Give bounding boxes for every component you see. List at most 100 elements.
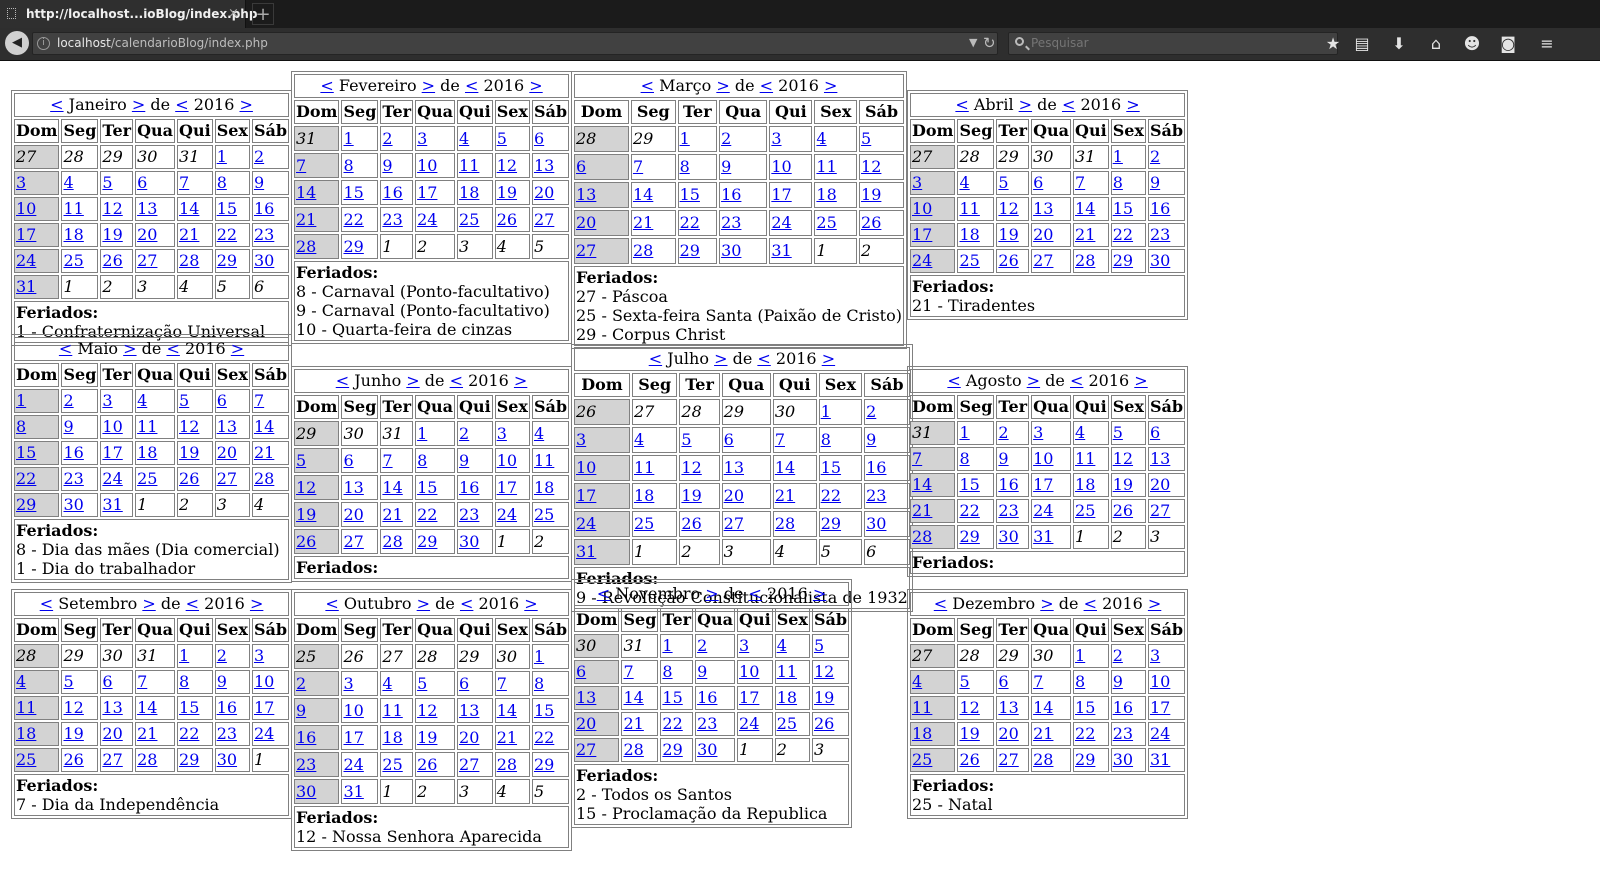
- day-link[interactable]: 19: [63, 724, 83, 743]
- day-link[interactable]: 10: [739, 662, 759, 681]
- day-link[interactable]: 12: [998, 199, 1018, 218]
- day-link[interactable]: 21: [633, 213, 653, 232]
- day-link[interactable]: 30: [697, 740, 717, 759]
- day-link[interactable]: 6: [343, 451, 353, 470]
- day-link[interactable]: 22: [680, 213, 700, 232]
- day-link[interactable]: 25: [777, 714, 797, 733]
- day-link[interactable]: 3: [417, 129, 427, 148]
- day-link[interactable]: 9: [721, 157, 731, 176]
- day-link[interactable]: 25: [459, 210, 479, 229]
- day-link[interactable]: 7: [382, 451, 392, 470]
- day-link[interactable]: 17: [1150, 698, 1170, 717]
- day-link[interactable]: 15: [821, 458, 841, 477]
- day-link[interactable]: 1: [16, 391, 26, 410]
- day-link[interactable]: 3: [576, 430, 586, 449]
- day-link[interactable]: 2: [998, 423, 1008, 442]
- next-year-link[interactable]: >: [1148, 594, 1161, 613]
- day-link[interactable]: 10: [16, 199, 36, 218]
- day-link[interactable]: 14: [1033, 698, 1053, 717]
- next-month-link[interactable]: >: [417, 594, 430, 613]
- day-link[interactable]: 24: [16, 251, 36, 270]
- day-link[interactable]: 29: [179, 750, 199, 769]
- day-link[interactable]: 5: [681, 430, 691, 449]
- day-link[interactable]: 17: [576, 486, 596, 505]
- day-link[interactable]: 4: [959, 173, 969, 192]
- reload-icon[interactable]: ↻: [983, 34, 996, 52]
- day-link[interactable]: 21: [137, 724, 157, 743]
- day-link[interactable]: 29: [16, 495, 36, 514]
- day-link[interactable]: 30: [866, 514, 886, 533]
- account-icon[interactable]: ☻: [1460, 32, 1484, 56]
- url-bar[interactable]: i localhost/calendarioBlog/index.php ▼ ↻: [32, 32, 998, 55]
- next-month-link[interactable]: >: [142, 594, 155, 613]
- day-link[interactable]: 14: [497, 701, 517, 720]
- day-link[interactable]: 2: [1113, 646, 1123, 665]
- day-link[interactable]: 20: [343, 505, 363, 524]
- day-link[interactable]: 9: [1113, 672, 1123, 691]
- day-link[interactable]: 23: [998, 501, 1018, 520]
- day-link[interactable]: 13: [534, 156, 554, 175]
- day-link[interactable]: 17: [254, 698, 274, 717]
- day-link[interactable]: 22: [16, 469, 36, 488]
- prev-month-link[interactable]: <: [934, 594, 947, 613]
- day-link[interactable]: 1: [417, 424, 427, 443]
- day-link[interactable]: 5: [63, 672, 73, 691]
- day-link[interactable]: 21: [775, 486, 795, 505]
- day-link[interactable]: 3: [1150, 646, 1160, 665]
- day-link[interactable]: 13: [724, 458, 744, 477]
- day-link[interactable]: 10: [254, 672, 274, 691]
- day-link[interactable]: 8: [217, 173, 227, 192]
- day-link[interactable]: 25: [382, 755, 402, 774]
- day-link[interactable]: 4: [534, 424, 544, 443]
- day-link[interactable]: 23: [1113, 724, 1133, 743]
- day-link[interactable]: 12: [1113, 449, 1133, 468]
- day-link[interactable]: 1: [821, 402, 831, 421]
- day-link[interactable]: 2: [697, 636, 707, 655]
- day-link[interactable]: 20: [1150, 475, 1170, 494]
- day-link[interactable]: 16: [459, 478, 479, 497]
- day-link[interactable]: 30: [296, 782, 316, 801]
- day-link[interactable]: 20: [998, 724, 1018, 743]
- day-link[interactable]: 27: [534, 210, 554, 229]
- day-link[interactable]: 17: [16, 225, 36, 244]
- day-link[interactable]: 28: [137, 750, 157, 769]
- url-text[interactable]: localhost/calendarioBlog/index.php: [57, 36, 268, 50]
- day-link[interactable]: 4: [912, 672, 922, 691]
- prev-year-link[interactable]: <: [760, 76, 773, 95]
- prev-year-link[interactable]: <: [465, 76, 478, 95]
- day-link[interactable]: 24: [771, 213, 791, 232]
- day-link[interactable]: 4: [63, 173, 73, 192]
- day-link[interactable]: 17: [912, 225, 932, 244]
- day-link[interactable]: 16: [697, 688, 717, 707]
- day-link[interactable]: 3: [343, 674, 353, 693]
- next-month-link[interactable]: >: [1040, 594, 1053, 613]
- day-link[interactable]: 18: [534, 478, 554, 497]
- day-link[interactable]: 7: [254, 391, 264, 410]
- day-link[interactable]: 27: [459, 755, 479, 774]
- day-link[interactable]: 28: [1075, 251, 1095, 270]
- day-link[interactable]: 29: [1075, 750, 1095, 769]
- close-tab-icon[interactable]: ×: [228, 0, 239, 28]
- day-link[interactable]: 10: [343, 701, 363, 720]
- day-link[interactable]: 16: [1150, 199, 1170, 218]
- day-link[interactable]: 29: [821, 514, 841, 533]
- day-link[interactable]: 29: [1113, 251, 1133, 270]
- prev-month-link[interactable]: <: [597, 584, 610, 603]
- day-link[interactable]: 12: [497, 156, 517, 175]
- next-month-link[interactable]: >: [1027, 371, 1040, 390]
- day-link[interactable]: 7: [775, 430, 785, 449]
- next-month-link[interactable]: >: [714, 349, 727, 368]
- day-link[interactable]: 22: [959, 501, 979, 520]
- prev-month-link[interactable]: <: [320, 76, 333, 95]
- day-link[interactable]: 17: [343, 728, 363, 747]
- day-link[interactable]: 27: [576, 740, 596, 759]
- day-link[interactable]: 15: [1075, 698, 1095, 717]
- day-link[interactable]: 24: [417, 210, 437, 229]
- day-link[interactable]: 2: [1150, 147, 1160, 166]
- day-link[interactable]: 11: [137, 417, 157, 436]
- day-link[interactable]: 11: [912, 698, 932, 717]
- day-link[interactable]: 11: [382, 701, 402, 720]
- day-link[interactable]: 24: [1033, 501, 1053, 520]
- next-year-link[interactable]: >: [250, 594, 263, 613]
- day-link[interactable]: 11: [459, 156, 479, 175]
